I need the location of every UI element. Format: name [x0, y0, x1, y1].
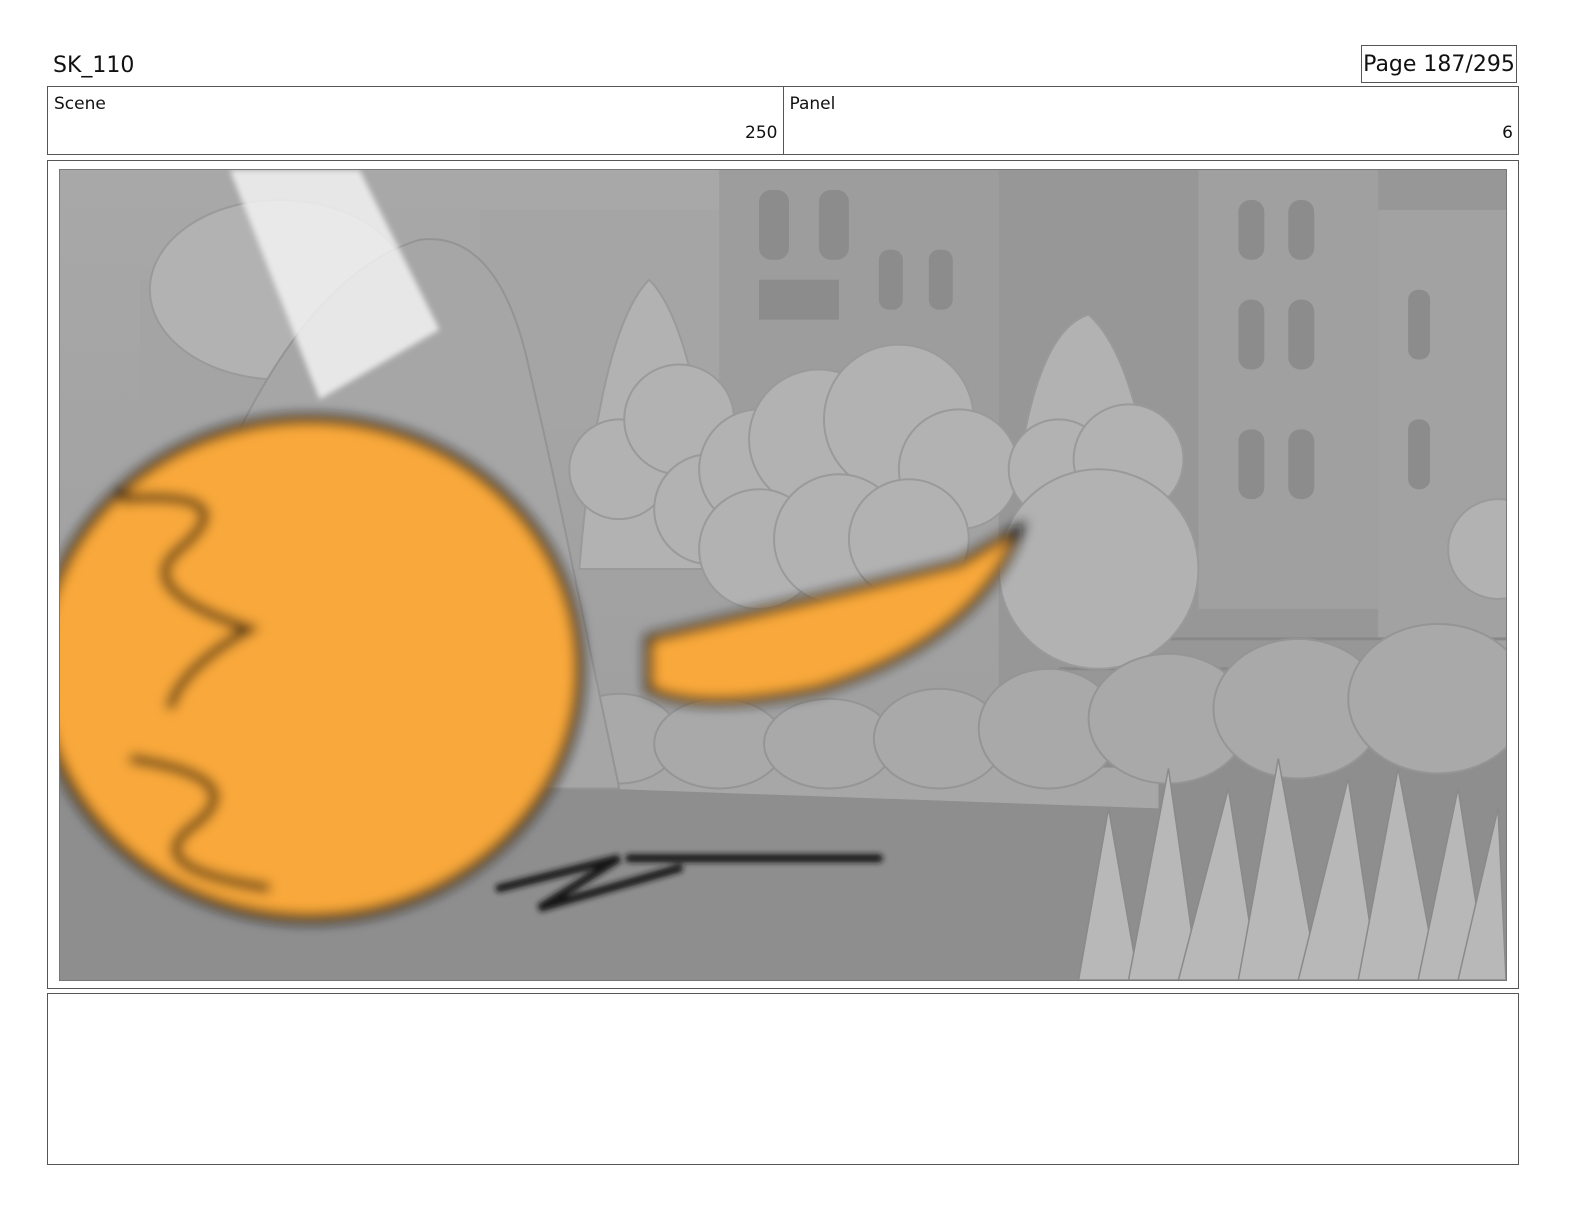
scene-cell: Scene 250: [48, 87, 783, 154]
storyboard-frame: [47, 160, 1519, 989]
storyboard-drawing: [60, 170, 1506, 980]
panel-label: Panel: [789, 94, 836, 114]
scene-value: 250: [745, 123, 778, 143]
scene-panel-info: Scene 250 Panel 6: [47, 86, 1519, 155]
notes-box: [47, 993, 1519, 1165]
panel-value: 6: [1502, 123, 1513, 143]
project-code: SK_110: [53, 53, 135, 78]
scene-label: Scene: [54, 94, 106, 114]
panel-cell: Panel 6: [782, 87, 1519, 154]
page-number: Page 187/295: [1361, 45, 1517, 83]
storyboard-image: [59, 169, 1507, 981]
